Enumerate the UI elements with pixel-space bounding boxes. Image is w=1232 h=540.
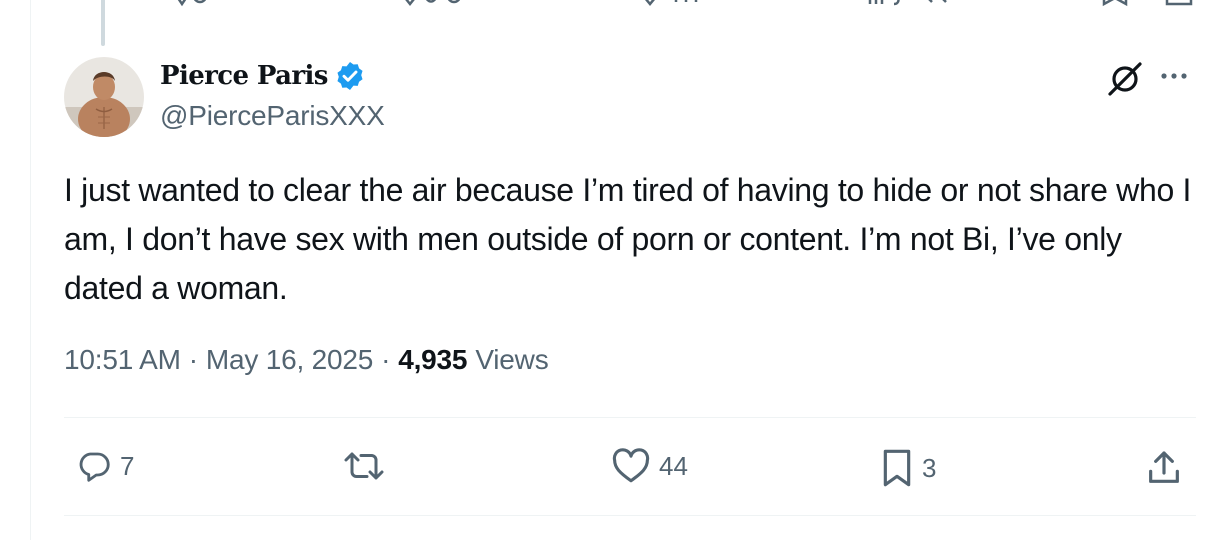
views-count[interactable]: 4,935: [398, 344, 467, 376]
share-icon-cropped[interactable]: [1164, 0, 1194, 10]
bookmark-button[interactable]: 3: [880, 448, 936, 488]
like-icon: [612, 448, 650, 483]
tweet-metadata: 10:51 AM · May 16, 2025 · 4,935 Views: [64, 344, 549, 376]
retweet-icon-cropped[interactable]: [398, 0, 468, 10]
views-icon-cropped[interactable]: [864, 0, 964, 10]
like-button[interactable]: 44: [611, 448, 688, 484]
tweet-text: I just wanted to clear the air because I…: [64, 172, 1192, 306]
reply-icon: [79, 452, 110, 482]
author-handle[interactable]: @PierceParisXXX: [160, 100, 385, 132]
retweet-icon: [344, 452, 384, 480]
grok-icon[interactable]: [1104, 60, 1144, 100]
reply-button[interactable]: 7: [76, 448, 134, 484]
author-display-name[interactable]: Pierce Paris: [160, 61, 328, 91]
share-button[interactable]: [1144, 448, 1184, 488]
divider-bottom: [64, 515, 1196, 516]
tweet-time[interactable]: 10:51 AM: [64, 344, 181, 376]
timeline-left-border: [30, 0, 31, 540]
bookmark-icon-cropped[interactable]: [1100, 0, 1130, 10]
like-icon-cropped[interactable]: [636, 0, 726, 10]
reply-count: 7: [120, 450, 135, 481]
verified-badge-icon[interactable]: [334, 60, 366, 92]
meta-separator: ·: [381, 344, 391, 375]
divider-top: [64, 417, 1196, 418]
bookmark-icon: [883, 449, 911, 487]
previous-tweet-actions: [0, 0, 1232, 10]
reply-icon-cropped[interactable]: [170, 0, 210, 10]
like-count: 44: [659, 450, 688, 481]
more-icon[interactable]: [1158, 66, 1194, 86]
retweet-button[interactable]: [340, 448, 396, 484]
bookmark-count: 3: [922, 452, 937, 483]
avatar-image: [64, 57, 144, 137]
meta-separator: ·: [188, 344, 198, 375]
tweet-date[interactable]: May 16, 2025: [206, 344, 373, 376]
author-name-row[interactable]: Pierce Paris: [160, 60, 366, 92]
share-icon: [1149, 451, 1179, 483]
views-label[interactable]: Views: [475, 344, 548, 376]
avatar[interactable]: [64, 57, 144, 137]
